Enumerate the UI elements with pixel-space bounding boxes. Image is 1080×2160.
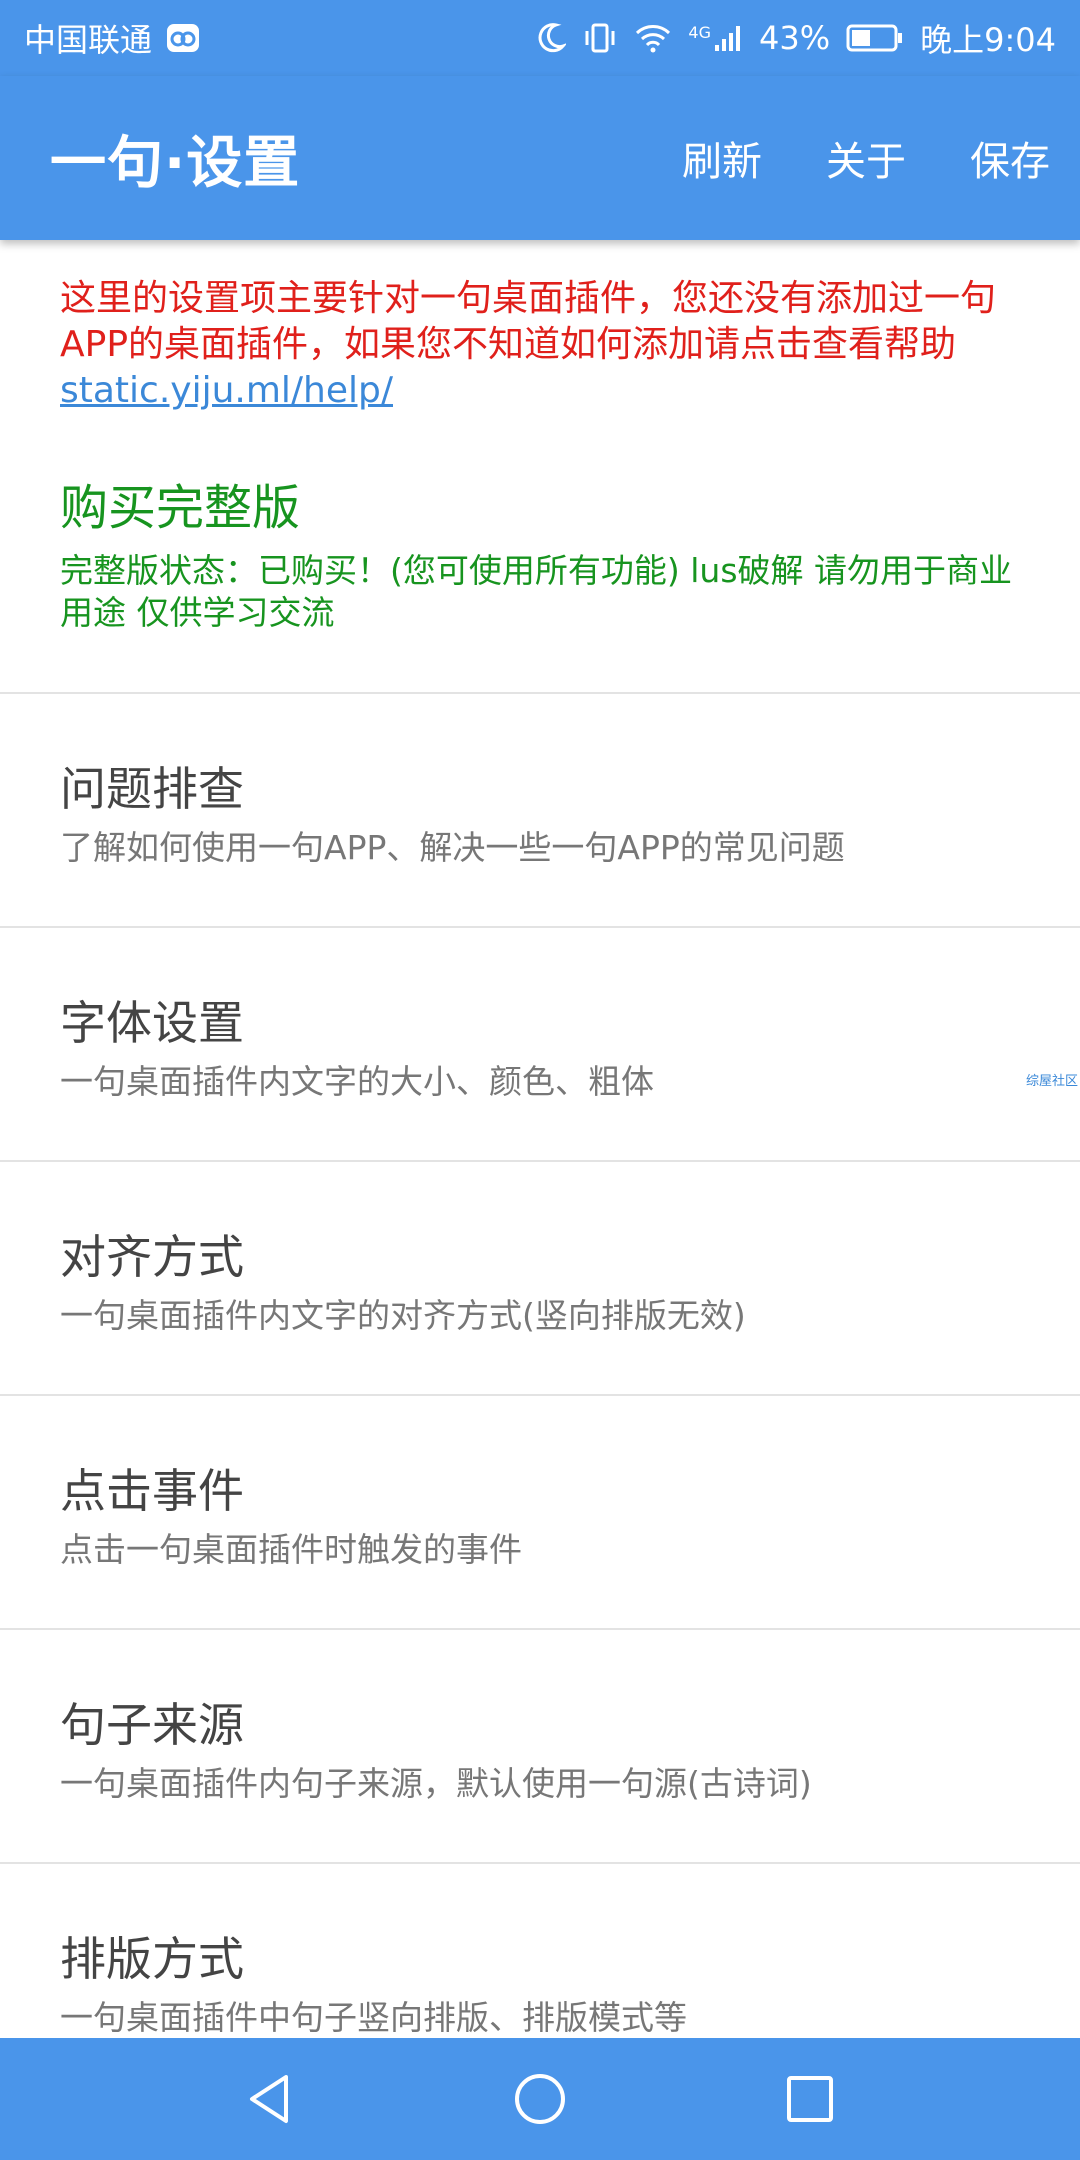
toolbar-actions: 刷新 关于 保存: [682, 129, 1050, 187]
about-button[interactable]: 关于: [826, 129, 906, 187]
purchase-section[interactable]: 购买完整版 完整版状态：已购买！(您可使用所有功能) lus破解 请勿用于商业用…: [0, 414, 1080, 694]
setting-click-event[interactable]: 点击事件 点击一句桌面插件时触发的事件: [0, 1396, 1080, 1630]
moon-icon: [536, 22, 567, 54]
setting-title: 字体设置: [60, 996, 244, 1050]
setting-desc: 点击一句桌面插件时触发的事件: [60, 1530, 522, 1569]
setting-title: 对齐方式: [60, 1230, 244, 1284]
signal-icon: 4G: [688, 23, 743, 53]
vibrate-icon: [582, 22, 618, 54]
status-right: 4G 43% 晚上9:04: [536, 15, 1056, 61]
setting-font[interactable]: 字体设置 一句桌面插件内文字的大小、颜色、粗体 综屋社区: [0, 928, 1080, 1162]
setting-source[interactable]: 句子来源 一句桌面插件内句子来源，默认使用一句源(古诗词): [0, 1630, 1080, 1864]
help-link[interactable]: static.yiju.ml/help/: [60, 370, 393, 411]
back-icon[interactable]: [230, 2059, 310, 2139]
setting-desc: 了解如何使用一句APP、解决一些一句APP的常见问题: [60, 828, 845, 867]
recents-icon[interactable]: [770, 2059, 850, 2139]
clock: 晚上9:04: [920, 21, 1056, 59]
setting-title: 排版方式: [60, 1932, 244, 1986]
setting-title: 句子来源: [60, 1698, 244, 1752]
setting-layout[interactable]: 排版方式 一句桌面插件中句子竖向排版、排版模式等: [0, 1864, 1080, 2038]
wifi-icon: [634, 23, 672, 53]
carrier-label: 中国联通: [24, 21, 153, 59]
setting-troubleshoot[interactable]: 问题排查 了解如何使用一句APP、解决一些一句APP的常见问题: [0, 694, 1080, 928]
purchase-status: 完整版状态：已购买！(您可使用所有功能) lus破解 请勿用于商业用途 仅供学习…: [60, 551, 1013, 632]
setting-alignment[interactable]: 对齐方式 一句桌面插件内文字的对齐方式(竖向排版无效): [0, 1162, 1080, 1396]
home-icon[interactable]: [500, 2059, 580, 2139]
setting-title: 点击事件: [60, 1464, 244, 1518]
setting-desc: 一句桌面插件中句子竖向排版、排版模式等: [60, 1998, 687, 2037]
network-label: 4G: [688, 23, 711, 42]
cloud-app-icon: [166, 23, 200, 53]
setting-desc: 一句桌面插件内句子来源，默认使用一句源(古诗词): [60, 1764, 812, 1803]
navigation-bar: [0, 2038, 1080, 2160]
battery-percent: 43%: [759, 19, 831, 57]
setting-desc: 一句桌面插件内文字的对齐方式(竖向排版无效): [60, 1296, 746, 1335]
widget-notice: 这里的设置项主要针对一句桌面插件，您还没有添加过一句APP的桌面插件，如果您不知…: [0, 240, 1080, 414]
setting-title: 问题排查: [60, 762, 244, 816]
save-button[interactable]: 保存: [970, 129, 1050, 187]
setting-desc: 一句桌面插件内文字的大小、颜色、粗体: [60, 1062, 654, 1101]
notice-text: 这里的设置项主要针对一句桌面插件，您还没有添加过一句APP的桌面插件，如果您不知…: [60, 278, 997, 365]
watermark: 综屋社区: [1025, 1074, 1078, 1089]
status-left: 中国联通: [24, 15, 200, 61]
settings-content[interactable]: 这里的设置项主要针对一句桌面插件，您还没有添加过一句APP的桌面插件，如果您不知…: [0, 240, 1080, 2038]
battery-icon: [846, 23, 904, 53]
refresh-button[interactable]: 刷新: [682, 129, 762, 187]
page-title: 一句·设置: [50, 130, 301, 196]
purchase-title: 购买完整版: [60, 480, 301, 536]
app-bar: 一句·设置 刷新 关于 保存: [0, 76, 1080, 240]
status-bar: 中国联通 4G 43% 晚上9:04: [0, 0, 1080, 76]
